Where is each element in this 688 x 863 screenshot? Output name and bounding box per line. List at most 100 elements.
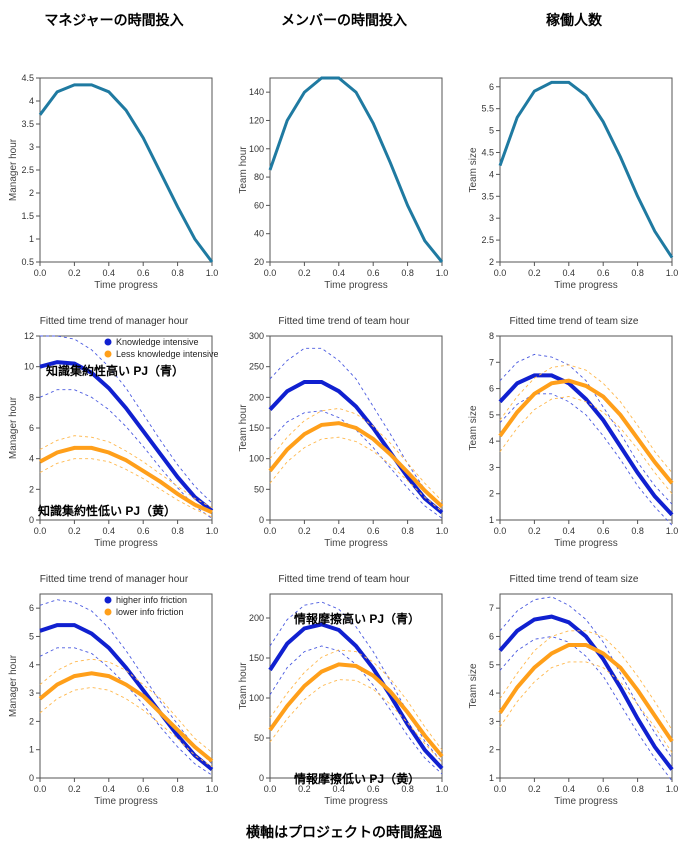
svg-text:0.8: 0.8 xyxy=(171,526,184,536)
svg-text:1.0: 1.0 xyxy=(666,784,678,794)
svg-text:7: 7 xyxy=(489,603,494,613)
svg-text:150: 150 xyxy=(249,423,264,433)
svg-text:1.0: 1.0 xyxy=(666,526,678,536)
panel-title: Fitted time trend of manager hour xyxy=(6,574,222,588)
panel-title: Fitted time trend of team size xyxy=(466,574,682,588)
svg-text:0.0: 0.0 xyxy=(34,268,47,278)
svg-text:0.0: 0.0 xyxy=(494,784,507,794)
svg-text:0.6: 0.6 xyxy=(137,784,150,794)
svg-text:0.2: 0.2 xyxy=(68,784,81,794)
svg-text:4: 4 xyxy=(29,96,34,106)
svg-text:Time progress: Time progress xyxy=(554,538,618,549)
svg-text:1.0: 1.0 xyxy=(436,268,448,278)
annot-knowledge-low: 知識集約性低い PJ（黄） xyxy=(38,502,176,519)
svg-text:Team size: Team size xyxy=(468,405,479,450)
svg-text:4: 4 xyxy=(29,660,34,670)
svg-text:0.4: 0.4 xyxy=(103,526,116,536)
svg-text:0.0: 0.0 xyxy=(494,268,507,278)
svg-text:250: 250 xyxy=(249,362,264,372)
svg-text:0: 0 xyxy=(29,515,34,525)
svg-text:0.6: 0.6 xyxy=(597,268,610,278)
svg-text:Time progress: Time progress xyxy=(554,280,618,291)
panel-r2c1: Fitted time trend of manager hour 0.00.2… xyxy=(6,316,222,550)
svg-text:Time progress: Time progress xyxy=(324,796,388,807)
svg-text:0.2: 0.2 xyxy=(298,526,311,536)
svg-text:Team size: Team size xyxy=(468,663,479,708)
svg-text:0.6: 0.6 xyxy=(367,526,380,536)
svg-text:2.5: 2.5 xyxy=(481,235,494,245)
svg-text:300: 300 xyxy=(249,331,264,341)
svg-text:6: 6 xyxy=(29,423,34,433)
svg-text:Time progress: Time progress xyxy=(324,280,388,291)
svg-text:Team hour: Team hour xyxy=(238,146,249,194)
svg-text:Knowledge intensive: Knowledge intensive xyxy=(116,337,199,347)
svg-text:50: 50 xyxy=(254,733,264,743)
panel-r1c1: 0.00.20.40.60.81.00.511.522.533.544.5Tim… xyxy=(6,58,222,292)
svg-text:0.6: 0.6 xyxy=(137,526,150,536)
svg-text:1.0: 1.0 xyxy=(206,784,218,794)
svg-text:140: 140 xyxy=(249,87,264,97)
svg-text:0.2: 0.2 xyxy=(68,268,81,278)
svg-text:0.6: 0.6 xyxy=(137,268,150,278)
svg-text:6: 6 xyxy=(29,603,34,613)
svg-text:2: 2 xyxy=(29,716,34,726)
svg-text:0.4: 0.4 xyxy=(563,526,576,536)
panel-r2c2: Fitted time trend of team hour 0.00.20.4… xyxy=(236,316,452,550)
svg-text:0.5: 0.5 xyxy=(21,257,34,267)
svg-text:3: 3 xyxy=(29,688,34,698)
panel-r1c3: 0.00.20.40.60.81.022.533.544.555.56Time … xyxy=(466,58,682,292)
svg-text:6: 6 xyxy=(489,82,494,92)
svg-text:200: 200 xyxy=(249,613,264,623)
chart-grid: マネジャーの時間投入 メンバーの時間投入 稼働人数 0.00.20.40.60.… xyxy=(6,10,682,808)
svg-text:6: 6 xyxy=(489,631,494,641)
svg-text:2: 2 xyxy=(29,484,34,494)
svg-text:0.0: 0.0 xyxy=(34,784,47,794)
svg-text:3: 3 xyxy=(489,462,494,472)
svg-text:0.0: 0.0 xyxy=(264,784,277,794)
svg-text:1.0: 1.0 xyxy=(436,526,448,536)
svg-text:5: 5 xyxy=(489,660,494,670)
svg-text:0.8: 0.8 xyxy=(171,268,184,278)
svg-text:1: 1 xyxy=(489,515,494,525)
col-header-1: マネジャーの時間投入 xyxy=(6,10,222,34)
svg-text:4: 4 xyxy=(489,169,494,179)
svg-text:5.5: 5.5 xyxy=(481,104,494,114)
svg-text:0.2: 0.2 xyxy=(68,526,81,536)
svg-text:100: 100 xyxy=(249,693,264,703)
svg-text:lower info friction: lower info friction xyxy=(116,607,184,617)
col-header-2: メンバーの時間投入 xyxy=(236,10,452,34)
panel-r3c1: Fitted time trend of manager hour 0.0 0.2… xyxy=(6,574,222,808)
svg-text:40: 40 xyxy=(254,229,264,239)
svg-text:0.8: 0.8 xyxy=(631,268,644,278)
svg-text:2: 2 xyxy=(29,188,34,198)
svg-text:Team hour: Team hour xyxy=(238,404,249,452)
svg-text:3: 3 xyxy=(489,716,494,726)
svg-text:3.5: 3.5 xyxy=(21,119,34,129)
svg-text:100: 100 xyxy=(249,144,264,154)
svg-text:0: 0 xyxy=(29,773,34,783)
panel-title: Fitted time trend of team hour xyxy=(236,316,452,330)
svg-text:60: 60 xyxy=(254,200,264,210)
svg-text:0.8: 0.8 xyxy=(401,268,414,278)
svg-text:4.5: 4.5 xyxy=(21,73,34,83)
annot-knowledge-high: 知識集約性高い PJ（青） xyxy=(46,362,184,379)
svg-text:1.0: 1.0 xyxy=(206,268,218,278)
panel-r2c3: Fitted time trend of team size 0.00.20.4… xyxy=(466,316,682,550)
panel-title: Fitted time trend of team size xyxy=(466,316,682,330)
svg-text:0.2: 0.2 xyxy=(528,526,541,536)
svg-text:20: 20 xyxy=(254,257,264,267)
svg-text:1: 1 xyxy=(489,773,494,783)
svg-text:0.6: 0.6 xyxy=(367,268,380,278)
svg-text:Time progress: Time progress xyxy=(94,280,158,291)
svg-text:0.2: 0.2 xyxy=(528,784,541,794)
svg-text:8: 8 xyxy=(29,392,34,402)
svg-text:Manager hour: Manager hour xyxy=(8,138,19,201)
svg-text:Time progress: Time progress xyxy=(94,796,158,807)
panel-r3c2: Fitted time trend of team hour 0.00.20.4… xyxy=(236,574,452,808)
svg-text:Less knowledge intensive: Less knowledge intensive xyxy=(116,349,218,359)
svg-text:3: 3 xyxy=(29,142,34,152)
panel-title: Fitted time trend of team hour xyxy=(236,574,452,588)
svg-text:2: 2 xyxy=(489,489,494,499)
svg-text:1.5: 1.5 xyxy=(21,211,34,221)
annot-friction-low: 情報摩擦低い PJ（黄） xyxy=(294,770,420,787)
